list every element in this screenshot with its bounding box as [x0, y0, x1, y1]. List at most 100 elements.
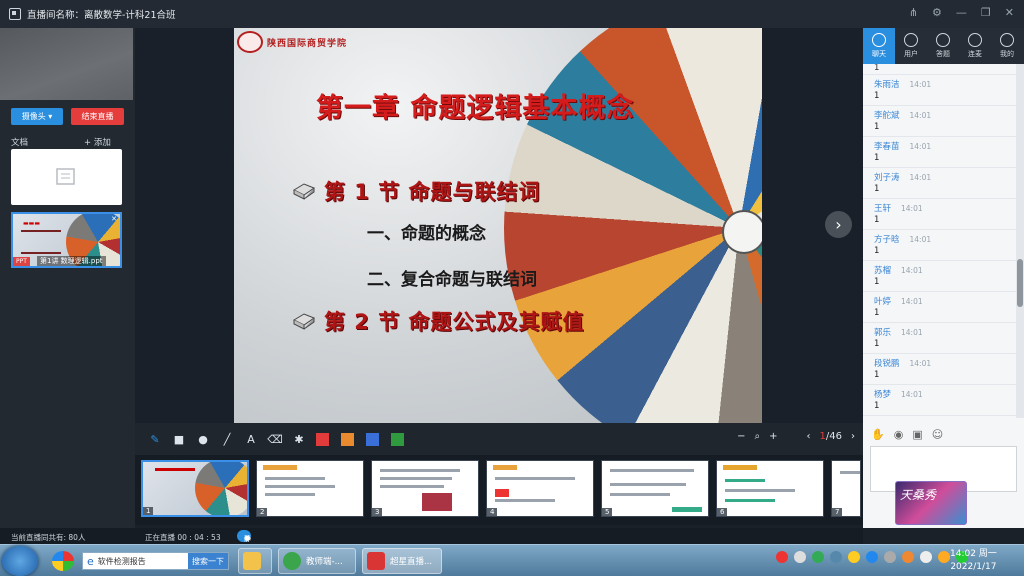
mute-button[interactable]: ● 静音	[237, 530, 251, 553]
scrollbar-thumb[interactable]	[1017, 259, 1023, 307]
live-room-icon	[9, 8, 21, 20]
share-icon[interactable]: ⋔	[909, 6, 918, 19]
chat-user-name[interactable]: 王轩	[874, 204, 891, 214]
slide: 陕西国际商贸学院 第一章 命题逻辑基本概念 第 1 节 命题与联结词 一、命题的…	[234, 28, 762, 423]
chat-user-name[interactable]: 苏榴	[874, 266, 891, 276]
thumbnail-7[interactable]: 7	[831, 460, 861, 517]
thumbnail-3[interactable]: 3	[371, 460, 479, 517]
chat-user-name[interactable]: 方子晗	[874, 235, 900, 245]
tab-mic[interactable]: 连麦	[959, 28, 991, 64]
school-seal-icon	[237, 31, 263, 53]
color-green-swatch[interactable]	[391, 432, 404, 446]
search-box[interactable]: e 软件检测报告 搜索一下	[82, 552, 229, 570]
tray-icon[interactable]	[902, 551, 914, 563]
rectangle-icon[interactable]: ■	[168, 428, 190, 450]
thumbnail-line	[725, 489, 795, 492]
status-bar: 当前直播同共有: 80人 正在直播 00 : 04 : 53 ● 静音	[0, 528, 863, 553]
taskbar-app-live[interactable]: 超星直播...	[362, 548, 442, 574]
thumbnail-line	[725, 479, 765, 482]
hand-icon[interactable]: ✋	[871, 428, 885, 441]
chat-time: 14:01	[901, 390, 923, 399]
chat-user-name[interactable]: 李舵斌	[874, 111, 900, 121]
tab-users[interactable]: 用户	[895, 28, 927, 64]
close-icon[interactable]: ✕	[111, 215, 117, 223]
clear-icon[interactable]: ✱	[288, 428, 310, 450]
pen-icon[interactable]: ✎	[144, 428, 166, 450]
taskbar-app-teacher[interactable]: 教师端-...	[278, 548, 356, 574]
page-total: /46	[825, 431, 842, 442]
tray-icon[interactable]	[776, 551, 788, 563]
chat-user-name[interactable]: 刘子涛	[874, 173, 900, 183]
tab-chat[interactable]: 聊天	[863, 28, 895, 64]
thumbnail-4[interactable]: 4	[486, 460, 594, 517]
image-icon[interactable]: ▣	[912, 428, 922, 441]
slide-item-1: 一、命题的概念	[367, 224, 486, 244]
book-icon	[292, 313, 316, 330]
app-icon[interactable]	[52, 551, 74, 571]
tab-quiz-label: 答题	[936, 50, 950, 58]
explorer-button[interactable]	[238, 548, 272, 574]
clock[interactable]: 14:02 周一 2022/1/17	[950, 548, 997, 574]
tray-icon[interactable]	[866, 551, 878, 563]
next-slide-button[interactable]: ›	[825, 211, 852, 238]
thumbnail-1[interactable]: 1	[141, 460, 249, 517]
chat-user-name[interactable]: 叶婷	[874, 297, 891, 307]
text-icon[interactable]: A	[240, 428, 262, 450]
ppt-doc-card[interactable]: ▬▬▬ ✕ PPT 第1讲 数理逻辑.ppt	[11, 212, 122, 268]
color-blue-swatch[interactable]	[366, 432, 379, 446]
blank-doc-card[interactable]	[11, 149, 122, 205]
start-button[interactable]	[2, 546, 38, 576]
zoom-in-button[interactable]: +	[769, 431, 777, 442]
chat-user-name[interactable]: 杨梦	[874, 390, 891, 400]
chat-message: 朱雨洁 14:01 1	[863, 75, 1016, 106]
chat-message: 王轩 14:01 1	[863, 199, 1016, 230]
thumbnail-2[interactable]: 2	[256, 460, 364, 517]
eraser-icon[interactable]: ⌫	[264, 428, 286, 450]
restore-button[interactable]: ❐	[981, 6, 991, 19]
end-live-button[interactable]: 结束直播	[71, 108, 124, 125]
tray-icon[interactable]	[812, 551, 824, 563]
next-page-button[interactable]: ›	[851, 431, 855, 442]
chat-message: 刘子涛 14:01 1	[863, 168, 1016, 199]
thumbnail-5[interactable]: 5	[601, 460, 709, 517]
school-name: 陕西国际商贸学院	[267, 38, 348, 49]
tray-icon[interactable]	[938, 551, 950, 563]
chat-user-name[interactable]: 郭乐	[874, 328, 891, 338]
taskbar-app-live-label: 超星直播...	[390, 557, 433, 567]
gift-icon[interactable]: ◉	[894, 428, 904, 441]
tab-quiz[interactable]: 答题	[927, 28, 959, 64]
chat-time: 14:01	[901, 297, 923, 306]
camera-button[interactable]: 摄像头 ▾	[11, 108, 63, 125]
tray-icon[interactable]	[920, 551, 932, 563]
thumbnail-marker	[672, 507, 702, 512]
circle-icon[interactable]: ●	[192, 428, 214, 450]
school-logo: 陕西国际商贸学院	[237, 31, 347, 53]
zoom-out-button[interactable]: −	[737, 431, 745, 442]
tray-icon[interactable]	[794, 551, 806, 563]
chat-user-name[interactable]: 段锐鹏	[874, 359, 900, 369]
tab-mine[interactable]: 我的	[991, 28, 1023, 64]
chat-user-name[interactable]: 李春苗	[874, 142, 900, 152]
search-button[interactable]: 搜索一下	[188, 553, 228, 569]
tray-icon[interactable]	[884, 551, 896, 563]
settings-icon[interactable]: ⚙	[932, 6, 942, 19]
chat-text: 1	[874, 370, 880, 380]
camera-preview	[0, 28, 133, 100]
emoji-icon[interactable]: ☺	[932, 428, 943, 441]
tab-mine-label: 我的	[1000, 50, 1014, 58]
taskbar: e 软件检测报告 搜索一下 教师端-... 超星直播... 14:02 周一 2…	[0, 544, 1024, 576]
color-orange-swatch[interactable]	[341, 432, 354, 446]
chat-scrollbar[interactable]	[1016, 64, 1024, 418]
thumbnail-6[interactable]: 6	[716, 460, 824, 517]
minimize-button[interactable]: —	[956, 6, 967, 19]
chat-user-name[interactable]: 朱雨洁	[874, 80, 900, 90]
search-icon[interactable]: ⌕	[755, 431, 761, 442]
close-button[interactable]: ✕	[1005, 6, 1014, 19]
prev-page-button[interactable]: ‹	[807, 431, 811, 442]
color-red-swatch[interactable]	[316, 432, 329, 446]
tray-icon[interactable]	[848, 551, 860, 563]
tray-icon[interactable]	[830, 551, 842, 563]
chat-time: 14:01	[901, 328, 923, 337]
line-icon[interactable]: ╱	[216, 428, 238, 450]
add-doc-button[interactable]: + 添加	[84, 136, 111, 148]
